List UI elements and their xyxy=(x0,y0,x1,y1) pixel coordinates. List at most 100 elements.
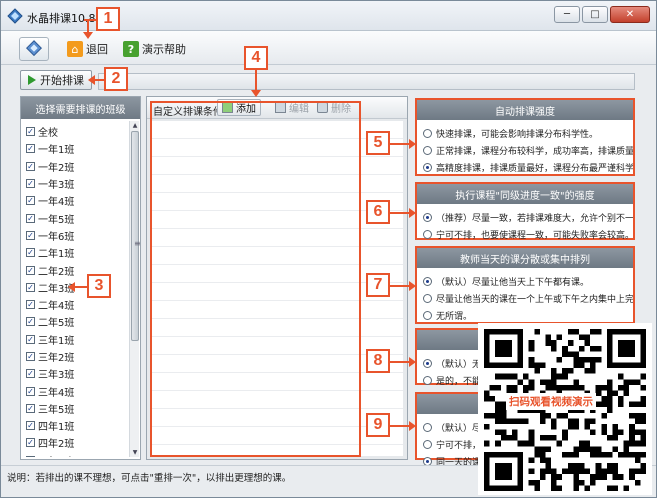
class-item[interactable]: ✓ 一年4班 xyxy=(26,192,126,209)
radio-button[interactable] xyxy=(423,311,432,320)
radio-button[interactable] xyxy=(423,376,432,385)
class-checkbox[interactable]: ✓ xyxy=(26,386,35,396)
class-checkbox[interactable]: ✓ xyxy=(26,248,35,258)
class-checkbox[interactable]: ✓ xyxy=(26,455,35,457)
option-row[interactable]: （默认）尽量让他当天上下午都有课。 xyxy=(417,273,633,290)
class-checkbox[interactable]: ✓ xyxy=(26,369,35,379)
class-item[interactable]: ✓四年3班 xyxy=(26,452,126,457)
radio-button[interactable] xyxy=(423,423,432,432)
class-item[interactable]: ✓ 一年5班 xyxy=(26,209,126,226)
class-item[interactable]: ✓ 一年2班 xyxy=(26,158,126,175)
minimize-button[interactable]: ─ xyxy=(554,6,580,23)
class-item[interactable]: ✓ 一年3班 xyxy=(26,175,126,192)
callout-2: 2 xyxy=(104,67,128,91)
class-checkbox[interactable]: ✓ xyxy=(26,438,35,448)
section-title: 教师当天的课分散或集中排列 xyxy=(417,248,633,268)
option-section-3: 教师当天的课分散或集中排列 （默认）尽量让他当天上下午都有课。 尽量让他当天的课在一… xyxy=(415,246,635,324)
option-row[interactable]: 宁可不排，也要使课程一致，可能失败率会较高。 xyxy=(417,226,633,243)
class-item[interactable]: ✓ 一年6班 xyxy=(26,227,126,244)
class-item[interactable]: ✓ 四年1班 xyxy=(26,417,126,434)
class-checkbox[interactable]: ✓ xyxy=(26,196,35,206)
option-label: 高精度排课，排课质量最好，课程分布最严谨科学。 xyxy=(436,164,633,174)
back-button[interactable]: ⌂ 退回 xyxy=(67,39,108,59)
class-label: 二年4班 xyxy=(38,301,75,313)
option-row[interactable]: 快速排课，可能会影响排课分布科学性。 xyxy=(417,125,633,142)
window-controls: ─ □ ✕ xyxy=(554,6,650,23)
class-item[interactable]: ✓ 三年3班 xyxy=(26,365,126,382)
help-demo-button[interactable]: ? 演示帮助 xyxy=(123,39,186,59)
class-item[interactable]: ✓ 四年2班 xyxy=(26,434,126,451)
class-checkbox[interactable]: ✓ xyxy=(26,352,35,361)
class-label: 一年6班 xyxy=(38,231,75,243)
radio-button[interactable] xyxy=(423,294,432,303)
callout-8: 8 xyxy=(366,349,390,373)
class-label: 三年1班 xyxy=(38,335,75,347)
radio-button[interactable] xyxy=(423,230,432,239)
menu-logo-button[interactable] xyxy=(19,37,49,61)
callout-7-arrow xyxy=(390,281,416,291)
callout-5-arrow xyxy=(390,139,416,149)
class-item[interactable]: ✓ 二年2班 xyxy=(26,261,126,278)
class-label: 二年5班 xyxy=(38,318,75,330)
option-row[interactable]: 尽量让他当天的课在一个上午或下午之内集中上完。 xyxy=(417,290,633,307)
class-checkbox[interactable]: ✓ xyxy=(26,179,35,189)
class-label: 二年1班 xyxy=(38,249,75,261)
radio-button[interactable] xyxy=(423,440,432,449)
class-checkbox[interactable]: ✓ xyxy=(26,144,35,154)
class-item[interactable]: ✓ 一年1班 xyxy=(26,140,126,157)
close-button[interactable]: ✕ xyxy=(610,6,650,23)
option-row[interactable]: 正常排课，课程分布较科学，成功率高，排课质量好。 xyxy=(417,142,633,159)
class-checkbox[interactable]: ✓ xyxy=(26,421,35,431)
scroll-thumb[interactable]: ≡ xyxy=(131,131,141,341)
class-label: 三年3班 xyxy=(38,370,75,382)
class-checkbox[interactable]: ✓ xyxy=(26,265,35,275)
class-checkbox[interactable]: ✓ xyxy=(26,317,35,327)
class-checkbox[interactable]: ✓ xyxy=(26,161,35,171)
radio-button[interactable] xyxy=(423,163,432,172)
app-logo-icon xyxy=(7,8,23,24)
radio-button[interactable] xyxy=(423,277,432,286)
section-options: （默认）尽量让他当天上下午都有课。 尽量让他当天的课在一个上午或下午之内集中上完。… xyxy=(417,268,633,324)
radio-button[interactable] xyxy=(423,146,432,155)
start-scheduling-button[interactable]: 开始排课 xyxy=(20,70,92,90)
option-section-1: 自动排课强度 快速排课，可能会影响排课分布科学性。 正常排课，课程分布较科学，成功率… xyxy=(415,98,635,176)
class-checkbox[interactable]: ✓ xyxy=(26,230,35,240)
back-label: 退回 xyxy=(86,43,108,56)
class-checkbox[interactable]: ✓ xyxy=(26,213,35,223)
class-checkbox[interactable]: ✓ xyxy=(26,334,35,344)
class-checkbox[interactable]: ✓ xyxy=(26,300,35,310)
option-row[interactable]: （推荐）尽量一致，若排课难度大，允许个别不一致。 xyxy=(417,209,633,226)
class-checkbox[interactable]: ✓ xyxy=(26,282,35,292)
option-row[interactable]: 高精度排课，排课质量最好，课程分布最严谨科学。 xyxy=(417,159,633,176)
option-label: 正常排课，课程分布较科学，成功率高，排课质量好。 xyxy=(436,147,633,157)
class-label: 一年3班 xyxy=(38,180,75,192)
window-title: 水晶排课10.84 xyxy=(27,12,103,25)
scroll-up-icon[interactable]: ▲ xyxy=(130,121,140,130)
class-item[interactable]: ✓ 全校 xyxy=(26,123,126,140)
callout-5: 5 xyxy=(366,131,390,155)
scroll-down-icon[interactable]: ▼ xyxy=(130,448,140,457)
class-label: 三年4班 xyxy=(38,387,75,399)
class-list-scrollbar[interactable]: ▲ ≡ ▼ xyxy=(129,121,141,457)
radio-button[interactable] xyxy=(423,213,432,222)
option-label: 快速排课，可能会影响排课分布科学性。 xyxy=(436,130,599,140)
option-row[interactable]: 无所谓。 xyxy=(417,307,633,324)
radio-button[interactable] xyxy=(423,129,432,138)
class-checkbox[interactable]: ✓ xyxy=(26,127,35,137)
class-label: 一年1班 xyxy=(38,145,75,157)
help-label: 演示帮助 xyxy=(142,43,186,56)
class-item[interactable]: ✓ 三年1班 xyxy=(26,331,126,348)
callout-3: 3 xyxy=(87,274,111,298)
section-title: 执行课程"同级进度一致"的强度 xyxy=(417,184,633,204)
qr-caption: 扫码观看视频演示 xyxy=(506,393,596,410)
callout-1-connector xyxy=(84,19,98,21)
class-item[interactable]: ✓ 三年4班 xyxy=(26,382,126,399)
class-item[interactable]: ✓ 二年5班 xyxy=(26,313,126,330)
class-item[interactable]: ✓ 二年1班 xyxy=(26,244,126,261)
class-item[interactable]: ✓ 三年5班 xyxy=(26,400,126,417)
maximize-button[interactable]: □ xyxy=(582,6,608,23)
radio-button[interactable] xyxy=(423,359,432,368)
class-item[interactable]: ✓ 三年2班 xyxy=(26,348,126,365)
class-item[interactable]: ✓ 二年4班 xyxy=(26,296,126,313)
class-checkbox[interactable]: ✓ xyxy=(26,403,35,413)
